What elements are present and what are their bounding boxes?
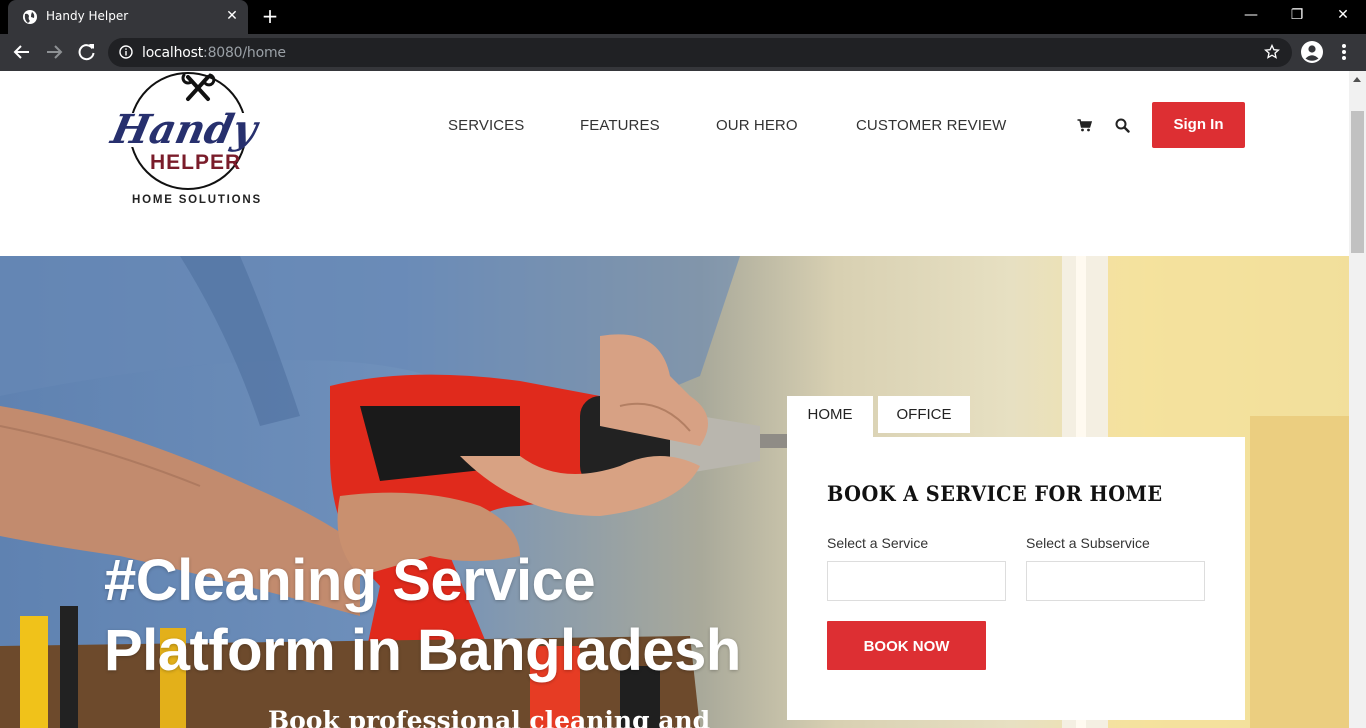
nav-customer-review[interactable]: CUSTOMER REVIEW [856,117,1006,134]
url-text[interactable]: localhost:8080/home [142,45,286,61]
minimize-button[interactable]: — [1228,0,1274,32]
logo-word-helper: HELPER [150,151,241,174]
tab-office[interactable]: OFFICE [878,396,970,433]
nav-services[interactable]: SERVICES [448,117,524,134]
page-scrollbar[interactable] [1349,71,1366,728]
reload-icon[interactable] [75,41,99,63]
nav-features[interactable]: FEATURES [580,117,660,134]
browser-tab[interactable]: Handy Helper ✕ [8,0,248,34]
logo-tagline: HOME SOLUTIONS [132,194,262,206]
site-header: Handy HELPER HOME SOLUTIONS SERVICES FEA… [0,71,1349,256]
browser-toolbar: localhost:8080/home [0,34,1366,71]
service-select[interactable] [827,561,1006,601]
logo-word-handy: Handy [106,105,264,152]
cart-icon[interactable] [1077,119,1092,132]
new-tab-button[interactable]: + [260,6,280,26]
site-logo[interactable]: Handy HELPER HOME SOLUTIONS [104,71,274,215]
search-icon[interactable] [1115,118,1130,133]
booking-title: BOOK A SERVICE FOR HOME [827,481,1163,506]
booking-card: BOOK A SERVICE FOR HOME Select a Service… [787,437,1245,720]
info-icon[interactable] [119,45,133,59]
book-now-button[interactable]: BOOK NOW [827,621,986,670]
hero-section: #Cleaning Service Platform in Bangladesh… [0,256,1349,728]
window-close-button[interactable]: ✕ [1320,0,1366,32]
scrollbar-thumb[interactable] [1351,111,1364,253]
page-viewport: Handy HELPER HOME SOLUTIONS SERVICES FEA… [0,71,1349,728]
account-icon[interactable] [1300,40,1324,64]
scroll-up-arrow-icon[interactable] [1353,77,1361,82]
browser-tab-strip: Handy Helper ✕ + — ❐ ✕ [0,0,1366,34]
tools-icon [181,73,216,101]
address-bar[interactable]: localhost:8080/home [108,38,1292,67]
service-label: Select a Service [827,535,929,551]
tab-close-icon[interactable]: ✕ [224,8,240,24]
subservice-select[interactable] [1026,561,1205,601]
globe-icon [23,10,37,24]
sign-in-button[interactable]: Sign In [1152,102,1245,148]
hero-headline: #Cleaning Service Platform in Bangladesh [104,548,741,683]
back-icon[interactable] [10,41,34,63]
menu-icon[interactable] [1338,42,1350,62]
star-icon[interactable] [1264,44,1280,60]
restore-button[interactable]: ❐ [1274,0,1320,32]
forward-icon[interactable] [42,41,66,63]
subservice-label: Select a Subservice [1026,535,1150,551]
nav-our-hero[interactable]: OUR HERO [716,117,798,134]
tab-home[interactable]: HOME [787,396,873,438]
tab-title: Handy Helper [46,9,129,23]
hero-subline: Book professional cleaning and [268,706,711,728]
